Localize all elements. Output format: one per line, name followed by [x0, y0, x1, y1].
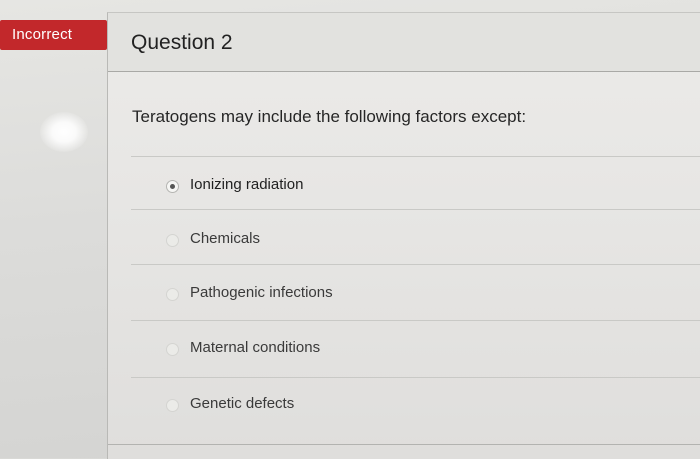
screen-glare: [40, 112, 88, 152]
question-prompt: Teratogens may include the following fac…: [132, 107, 527, 126]
answer-option-label: Genetic defects: [190, 395, 295, 412]
question-header: Question 2: [108, 13, 700, 72]
answer-option-label: Ionizing radiation: [190, 176, 304, 193]
radio-button[interactable]: [166, 288, 179, 301]
option-divider: [131, 264, 700, 265]
question-card: Question 2 Teratogens may include the fo…: [107, 12, 700, 459]
radio-button-selected[interactable]: [166, 180, 179, 193]
card-bottom-border: [108, 444, 700, 445]
status-badge: Incorrect: [0, 20, 107, 50]
quiz-screen: Incorrect Question 2 Teratogens may incl…: [0, 0, 700, 459]
prompt-divider: [131, 156, 700, 157]
answer-option-label: Maternal conditions: [190, 339, 321, 356]
question-title: Question 2: [131, 31, 233, 54]
answer-option-label: Pathogenic infections: [190, 284, 333, 301]
radio-button[interactable]: [166, 399, 179, 412]
radio-button[interactable]: [166, 234, 179, 247]
radio-button[interactable]: [166, 343, 179, 356]
answer-option-label: Chemicals: [190, 230, 261, 247]
option-divider: [131, 377, 700, 378]
option-divider: [131, 209, 700, 210]
option-divider: [131, 320, 700, 321]
status-badge-label: Incorrect: [12, 26, 73, 43]
